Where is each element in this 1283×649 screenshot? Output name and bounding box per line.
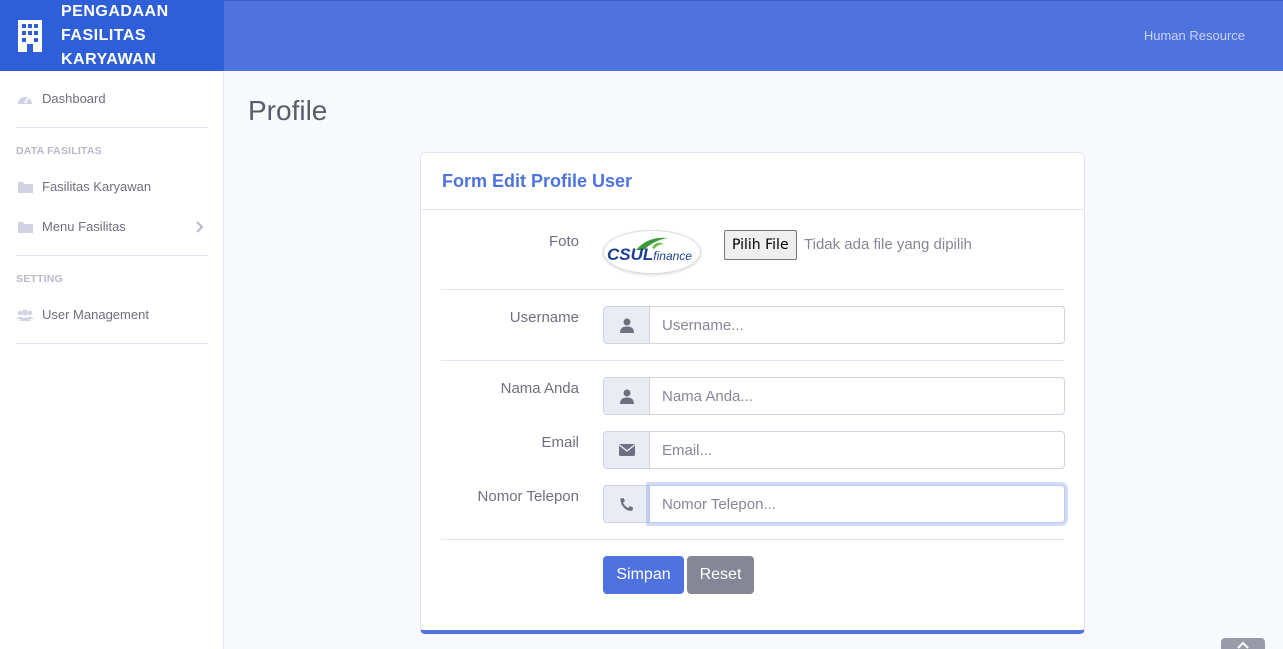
form-divider xyxy=(441,539,1064,540)
telepon-input[interactable] xyxy=(649,485,1065,523)
page-title: Profile xyxy=(248,95,328,126)
user-icon xyxy=(603,306,649,344)
form-divider xyxy=(441,289,1064,290)
reset-button[interactable]: Reset xyxy=(687,556,754,594)
brand-line: KARYAWAN xyxy=(61,51,157,68)
sidebar-divider xyxy=(16,255,208,256)
email-label: Email xyxy=(541,434,579,451)
username-label: Username xyxy=(509,309,579,326)
sidebar-item-user-management[interactable]: User Management xyxy=(16,307,149,322)
sidebar-item-fasilitas-karyawan[interactable]: Fasilitas Karyawan xyxy=(16,179,151,194)
profile-form-card: Form Edit Profile User Foto CSULfinance … xyxy=(420,152,1085,634)
telepon-label: Nomor Telepon xyxy=(477,488,579,505)
profile-photo: CSULfinance xyxy=(603,230,701,274)
choose-file-button[interactable]: Pilih File xyxy=(724,230,797,260)
username-group xyxy=(603,306,1065,344)
sidebar-item-label: Menu Fasilitas xyxy=(42,219,126,234)
user-icon xyxy=(603,377,649,415)
brand-line: PENGADAAN xyxy=(61,3,169,20)
telepon-group xyxy=(603,485,1065,523)
phone-icon xyxy=(603,485,649,523)
brand-name: PENGADAAN FASILITAS KARYAWAN xyxy=(61,0,169,72)
chevron-right-icon[interactable] xyxy=(195,221,205,233)
logo-sub: finance xyxy=(653,249,692,263)
logo-text: CSULfinance xyxy=(607,245,692,265)
chevron-up-icon xyxy=(1237,641,1249,649)
sidebar-heading: SETTING xyxy=(16,273,63,285)
email-group xyxy=(603,431,1065,469)
sidebar-item-dashboard[interactable]: Dashboard xyxy=(16,91,106,106)
sidebar-item-label: Dashboard xyxy=(42,91,106,106)
username-input[interactable] xyxy=(649,306,1065,344)
form-divider xyxy=(441,360,1064,361)
sidebar-heading: DATA FASILITAS xyxy=(16,145,102,157)
sidebar-item-label: Fasilitas Karyawan xyxy=(42,179,152,194)
logo-main: CSUL xyxy=(607,245,654,264)
card-title: Form Edit Profile User xyxy=(442,171,633,191)
building-icon xyxy=(18,20,42,52)
save-button[interactable]: Simpan xyxy=(603,556,684,594)
topbar: Human Resource xyxy=(224,0,1283,71)
sidebar-item-label: User Management xyxy=(42,307,149,322)
sidebar-divider xyxy=(16,343,208,344)
envelope-icon xyxy=(603,431,649,469)
email-input[interactable] xyxy=(649,431,1065,469)
nama-group xyxy=(603,377,1065,415)
folder-icon xyxy=(16,180,34,194)
sidebar: PENGADAAN FASILITAS KARYAWAN Dashboard D… xyxy=(0,0,224,649)
users-icon xyxy=(16,308,34,322)
sidebar-brand[interactable]: PENGADAAN FASILITAS KARYAWAN xyxy=(0,0,224,71)
card-header: Form Edit Profile User xyxy=(421,153,1084,210)
tachometer-icon xyxy=(16,92,34,106)
sidebar-divider xyxy=(16,127,208,128)
nama-input[interactable] xyxy=(649,377,1065,415)
user-dropdown[interactable]: Human Resource xyxy=(1144,28,1245,43)
sidebar-item-menu-fasilitas[interactable]: Menu Fasilitas xyxy=(16,219,126,234)
foto-label: Foto xyxy=(548,233,579,250)
file-status: Tidak ada file yang dipilih xyxy=(804,236,972,253)
brand-line: FASILITAS xyxy=(61,27,147,44)
folder-icon xyxy=(16,220,34,234)
nama-label: Nama Anda xyxy=(500,380,579,397)
scroll-to-top-button[interactable] xyxy=(1221,638,1265,649)
